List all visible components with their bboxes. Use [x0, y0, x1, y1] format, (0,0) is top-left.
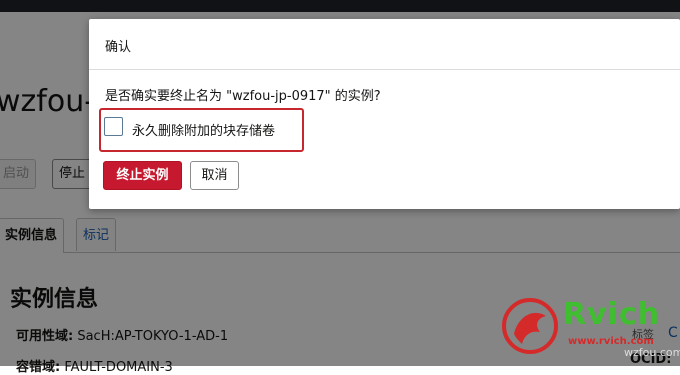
delete-volume-label[interactable]: 永久删除附加的块存储卷 — [132, 120, 275, 139]
watermark-source: wzfou.com — [624, 346, 680, 359]
watermark-brand: Rvich — [563, 297, 661, 332]
terminate-instance-button[interactable]: 终止实例 — [103, 161, 182, 190]
dialog-title: 确认 — [105, 40, 132, 55]
confirm-dialog: 确认 是否确实要终止名为 "wzfou-jp-0917" 的实例? 永久删除附加… — [89, 19, 680, 209]
confirm-question: 是否确实要终止名为 "wzfou-jp-0917" 的实例? — [105, 89, 381, 104]
rvich-dragon-logo — [502, 298, 558, 354]
dialog-header: 确认 — [89, 19, 680, 70]
delete-volume-checkbox[interactable] — [104, 117, 123, 136]
cancel-button[interactable]: 取消 — [190, 161, 239, 190]
